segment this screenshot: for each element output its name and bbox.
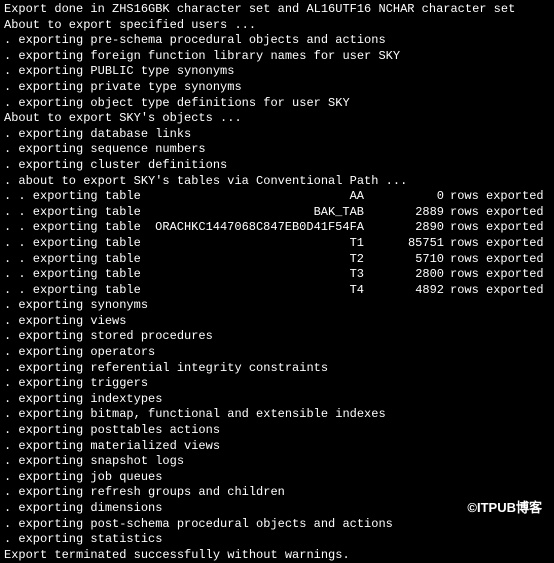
table-rows: 4892 [384, 283, 444, 299]
rows-suffix: rows exported [444, 252, 544, 268]
post-line: . exporting views [4, 314, 550, 330]
sky-pre-line: . exporting cluster definitions [4, 158, 550, 174]
sky-pre-line: . exporting database links [4, 127, 550, 143]
table-rows: 2800 [384, 267, 444, 283]
post-line: . exporting bitmap, functional and exten… [4, 407, 550, 423]
about-sky: About to export SKY's objects ... [4, 111, 550, 127]
table-row: . . exporting table T2 5710 rows exporte… [4, 252, 550, 268]
table-prefix: . . exporting table [4, 267, 154, 283]
table-prefix: . . exporting table [4, 236, 154, 252]
post-line: . exporting snapshot logs [4, 454, 550, 470]
table-name: T4 [154, 283, 384, 299]
post-line: . exporting job queues [4, 470, 550, 486]
table-rows: 0 [384, 189, 444, 205]
table-prefix: . . exporting table [4, 252, 154, 268]
about-users: About to export specified users ... [4, 18, 550, 34]
footer-line: Export terminated successfully without w… [4, 548, 550, 563]
rows-suffix: rows exported [444, 220, 544, 236]
table-name: T3 [154, 267, 384, 283]
post-line: . exporting posttables actions [4, 423, 550, 439]
table-name: T2 [154, 252, 384, 268]
table-name: BAK_TAB [154, 205, 384, 221]
table-rows: 2890 [384, 220, 444, 236]
table-name: AA [154, 189, 384, 205]
post-line: . exporting stored procedures [4, 329, 550, 345]
table-prefix: . . exporting table [4, 189, 154, 205]
table-row: . . exporting table AA 0 rows exported [4, 189, 550, 205]
table-rows: 5710 [384, 252, 444, 268]
table-name: T1 [154, 236, 384, 252]
header-line: Export done in ZHS16GBK character set an… [4, 2, 550, 18]
rows-suffix: rows exported [444, 236, 544, 252]
post-line: . exporting materialized views [4, 439, 550, 455]
table-row: . . exporting table T4 4892 rows exporte… [4, 283, 550, 299]
rows-suffix: rows exported [444, 205, 544, 221]
table-row: . . exporting table BAK_TAB 2889 rows ex… [4, 205, 550, 221]
post-line: . exporting triggers [4, 376, 550, 392]
table-prefix: . . exporting table [4, 220, 154, 236]
table-row: . . exporting table ORACHKC1447068C847EB… [4, 220, 550, 236]
pre-line: . exporting foreign function library nam… [4, 49, 550, 65]
post-line: . exporting operators [4, 345, 550, 361]
pre-line: . exporting private type synonyms [4, 80, 550, 96]
table-rows: 85751 [384, 236, 444, 252]
rows-suffix: rows exported [444, 189, 544, 205]
table-rows: 2889 [384, 205, 444, 221]
pre-line: . exporting object type definitions for … [4, 96, 550, 112]
table-prefix: . . exporting table [4, 283, 154, 299]
watermark: ©ITPUB博客 [467, 500, 542, 517]
post-line: . exporting referential integrity constr… [4, 361, 550, 377]
post-line: . exporting statistics [4, 532, 550, 548]
pre-line: . exporting PUBLIC type synonyms [4, 64, 550, 80]
table-row: . . exporting table T3 2800 rows exporte… [4, 267, 550, 283]
rows-suffix: rows exported [444, 267, 544, 283]
post-line: . exporting post-schema procedural objec… [4, 517, 550, 533]
rows-suffix: rows exported [444, 283, 544, 299]
sky-pre-line: . exporting sequence numbers [4, 142, 550, 158]
sky-pre-line: . about to export SKY's tables via Conve… [4, 174, 550, 190]
table-row: . . exporting table T1 85751 rows export… [4, 236, 550, 252]
post-line: . exporting indextypes [4, 392, 550, 408]
table-prefix: . . exporting table [4, 205, 154, 221]
pre-line: . exporting pre-schema procedural object… [4, 33, 550, 49]
post-line: . exporting refresh groups and children [4, 485, 550, 501]
post-line: . exporting synonyms [4, 298, 550, 314]
table-name: ORACHKC1447068C847EB0D41F54FA [154, 220, 384, 236]
